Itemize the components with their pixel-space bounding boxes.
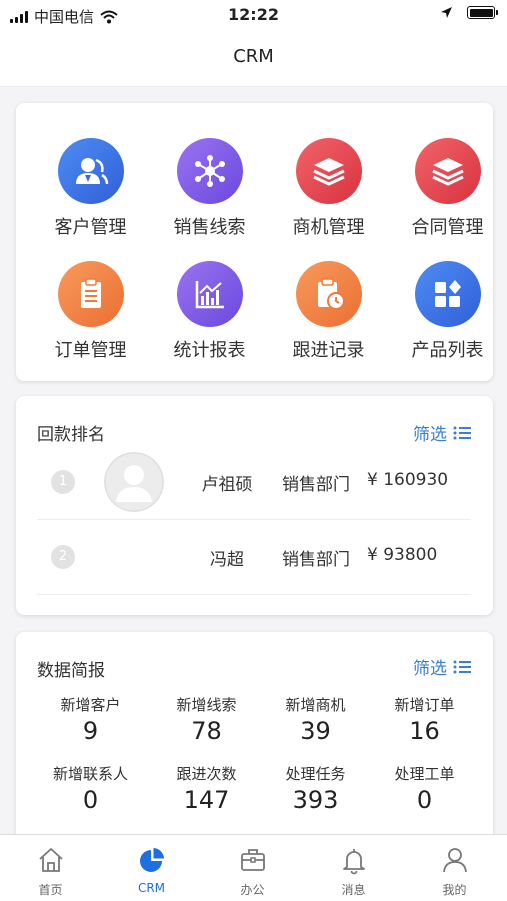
tab-home[interactable]: 首页 (0, 835, 101, 901)
stat-new-customers[interactable]: 新增客户 9 (31, 694, 150, 745)
stat-new-opportunities[interactable]: 新增商机 39 (256, 694, 375, 745)
stat-tickets[interactable]: 处理工单 0 (365, 763, 484, 814)
stat-label: 新增订单 (394, 696, 455, 714)
summary-title: 数据简报 (37, 661, 105, 681)
status-bar: 中国电信 12:22 (0, 0, 507, 32)
rank-number: 2 (51, 545, 75, 569)
module-menu-card: 客户管理 销售线索 商机管理 合同管理 订单管理 统计报表 跟进记录 产品列表 (16, 103, 493, 381)
tab-label: 我的 (442, 883, 467, 897)
rank-number: 1 (51, 470, 75, 494)
data-summary-card: 数据简报 筛选 新增客户 9 新增线索 78 新增商机 39 新增订单 16 新… (16, 632, 493, 852)
menu-label: 统计报表 (173, 340, 246, 361)
stat-value: 16 (409, 717, 440, 745)
filter-label: 筛选 (413, 659, 447, 679)
battery-icon (467, 6, 498, 19)
menu-item-statistics[interactable]: 统计报表 (150, 261, 269, 362)
user-icon (442, 848, 467, 873)
chart-icon (176, 261, 243, 327)
pie-chart-icon (139, 848, 164, 872)
list-filter-icon (453, 426, 471, 439)
home-icon (38, 848, 63, 872)
stat-label: 处理任务 (285, 765, 346, 783)
menu-label: 跟进记录 (292, 340, 365, 361)
briefcase-icon (240, 849, 265, 871)
avatar (104, 452, 164, 512)
clipboard-icon (57, 261, 124, 327)
rank-name: 冯超 (210, 550, 244, 570)
menu-item-contract[interactable]: 合同管理 (388, 138, 507, 239)
stat-value: 0 (82, 786, 99, 814)
menu-item-followup[interactable]: 跟进记录 (269, 261, 388, 362)
rank-amount: ¥ 93800 (367, 545, 438, 565)
list-filter-icon (453, 660, 471, 673)
tab-label: 办公 (240, 883, 265, 897)
stat-label: 新增商机 (285, 696, 346, 714)
stat-followups[interactable]: 跟进次数 147 (147, 763, 266, 814)
ranking-filter-button[interactable]: 筛选 (413, 420, 471, 445)
status-time: 12:22 (228, 5, 279, 24)
stat-value: 78 (191, 717, 222, 745)
followup-clock-icon (295, 261, 362, 327)
menu-label: 产品列表 (411, 340, 484, 361)
stat-value: 39 (300, 717, 331, 745)
menu-item-order[interactable]: 订单管理 (31, 261, 150, 362)
menu-label: 订单管理 (54, 340, 127, 361)
rank-amount: ¥ 160930 (367, 470, 449, 490)
ranking-row[interactable]: 1 卢祖硕 销售部门 ¥ 160930 (37, 444, 471, 520)
stat-label: 新增客户 (60, 696, 121, 714)
location-arrow-icon (441, 7, 452, 18)
stat-new-contacts[interactable]: 新增联系人 0 (31, 763, 150, 814)
stat-new-orders[interactable]: 新增订单 16 (365, 694, 484, 745)
tab-crm[interactable]: CRM (101, 835, 202, 901)
page-title: CRM (233, 46, 274, 67)
rank-name: 卢祖硕 (201, 475, 253, 495)
stat-value: 147 (183, 786, 230, 814)
stat-label: 新增线索 (176, 696, 237, 714)
layers-icon (414, 138, 481, 204)
bottom-tab-bar: 首页 CRM 办公 消息 我的 (0, 834, 507, 901)
tab-me[interactable]: 我的 (404, 835, 505, 901)
lead-network-icon (176, 138, 243, 204)
rank-department: 销售部门 (282, 475, 350, 495)
ranking-row[interactable]: 2 冯超 销售部门 ¥ 93800 (37, 519, 471, 595)
menu-label: 客户管理 (54, 217, 127, 238)
product-grid-icon (414, 261, 481, 327)
nav-bar: CRM (0, 32, 507, 87)
tab-office[interactable]: 办公 (202, 835, 303, 901)
menu-label: 销售线索 (173, 217, 246, 238)
summary-filter-button[interactable]: 筛选 (413, 654, 471, 679)
tab-label: 消息 (341, 883, 366, 897)
stat-label: 新增联系人 (52, 765, 128, 783)
layers-icon (295, 138, 362, 204)
stat-value: 0 (416, 786, 433, 814)
tab-messages[interactable]: 消息 (303, 835, 404, 901)
stat-new-leads[interactable]: 新增线索 78 (147, 694, 266, 745)
payment-ranking-card: 回款排名 筛选 1 卢祖硕 销售部门 ¥ 160930 2 冯超 销售部门 ¥ … (16, 396, 493, 615)
stat-label: 处理工单 (394, 765, 455, 783)
menu-item-sales-lead[interactable]: 销售线索 (150, 138, 269, 239)
bell-icon (342, 849, 365, 875)
menu-item-opportunity[interactable]: 商机管理 (269, 138, 388, 239)
status-right (440, 6, 498, 19)
menu-label: 商机管理 (292, 217, 365, 238)
menu-label: 合同管理 (411, 217, 484, 238)
stat-value: 9 (82, 717, 99, 745)
tab-label: 首页 (38, 883, 63, 897)
stat-tasks[interactable]: 处理任务 393 (256, 763, 375, 814)
menu-item-products[interactable]: 产品列表 (388, 261, 507, 362)
stat-label: 跟进次数 (176, 765, 237, 783)
tab-label: CRM (137, 881, 166, 895)
filter-label: 筛选 (413, 425, 447, 445)
ranking-title: 回款排名 (37, 425, 105, 445)
rank-department: 销售部门 (282, 550, 350, 570)
stat-value: 393 (292, 786, 339, 814)
customer-icon (57, 138, 124, 204)
menu-item-customer[interactable]: 客户管理 (31, 138, 150, 239)
